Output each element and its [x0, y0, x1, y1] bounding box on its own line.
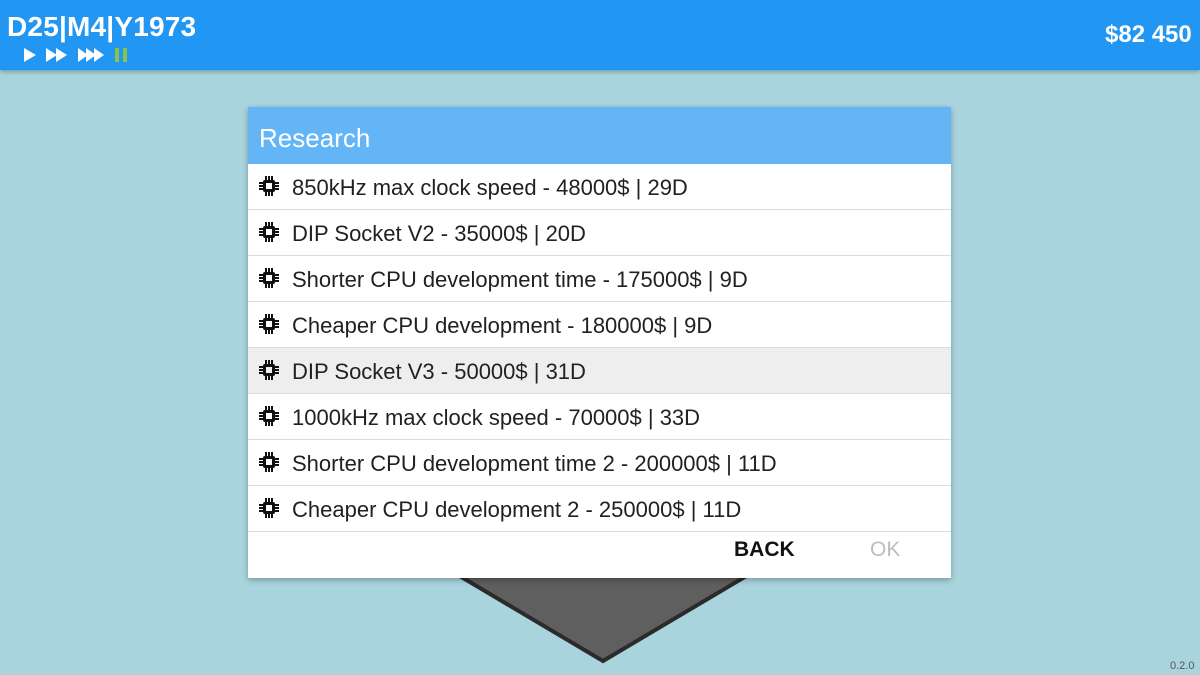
research-item[interactable]: Shorter CPU development time 2 - 200000$… — [248, 440, 951, 486]
cpu-chip-icon — [259, 268, 279, 288]
ok-button[interactable]: OK — [870, 538, 900, 562]
research-item[interactable]: DIP Socket V2 - 35000$ | 20D — [248, 210, 951, 256]
back-button[interactable]: BACK — [734, 538, 795, 562]
cpu-chip-icon — [259, 452, 279, 472]
cpu-chip-icon — [259, 498, 279, 518]
top-bar: D25|M4|Y1973 $82 450 — [0, 0, 1200, 70]
cpu-chip-icon — [259, 222, 279, 242]
research-item[interactable]: Cheaper CPU development - 180000$ | 9D — [248, 302, 951, 348]
research-item-label: 1000kHz max clock speed - 70000$ | 33D — [292, 405, 701, 430]
research-list: 850kHz max clock speed - 48000$ | 29D DI… — [248, 164, 951, 532]
speed-controls — [24, 46, 128, 64]
dialog-header: Research — [248, 107, 951, 164]
research-item-label: Cheaper CPU development - 180000$ | 9D — [292, 313, 713, 338]
game-date: D25|M4|Y1973 — [7, 11, 197, 42]
research-item[interactable]: 1000kHz max clock speed - 70000$ | 33D — [248, 394, 951, 440]
research-item-label: Shorter CPU development time - 175000$ |… — [292, 267, 748, 292]
money-balance: $82 450 — [1105, 21, 1192, 48]
research-item-label: DIP Socket V2 - 35000$ | 20D — [292, 221, 586, 246]
research-item-label: Shorter CPU development time 2 - 200000$… — [292, 451, 777, 476]
research-item[interactable]: DIP Socket V3 - 50000$ | 31D — [248, 348, 951, 394]
research-item-label: 850kHz max clock speed - 48000$ | 29D — [292, 175, 688, 200]
cpu-chip-icon — [259, 406, 279, 426]
research-item[interactable]: Cheaper CPU development 2 - 250000$ | 11… — [248, 486, 951, 532]
research-item-label: Cheaper CPU development 2 - 250000$ | 11… — [292, 497, 742, 522]
research-dialog: Research 850kHz max clock speed - 48000$… — [248, 107, 951, 578]
dialog-title: Research — [259, 123, 371, 153]
research-item[interactable]: 850kHz max clock speed - 48000$ | 29D — [248, 164, 951, 210]
game-board — [458, 575, 748, 664]
cpu-chip-icon — [259, 176, 279, 196]
research-item-label: DIP Socket V3 - 50000$ | 31D — [292, 359, 586, 384]
play-icon[interactable] — [24, 46, 36, 64]
fast-forward-icon[interactable] — [46, 46, 68, 64]
cpu-chip-icon — [259, 314, 279, 334]
pause-icon[interactable] — [114, 46, 128, 64]
version-label: 0.2.0 — [1170, 660, 1195, 672]
research-item[interactable]: Shorter CPU development time - 175000$ |… — [248, 256, 951, 302]
fastest-forward-icon[interactable] — [78, 46, 104, 64]
cpu-chip-icon — [259, 360, 279, 380]
dialog-actions: BACK OK — [248, 530, 951, 578]
